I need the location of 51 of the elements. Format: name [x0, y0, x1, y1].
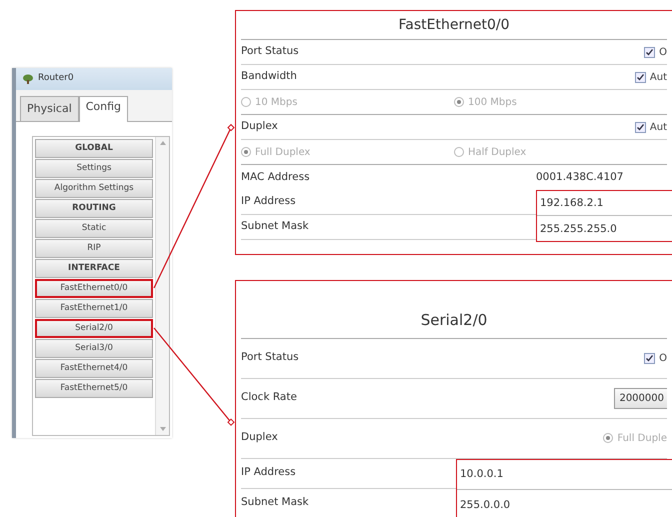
option-label: Full Duple [617, 432, 667, 446]
menu-item[interactable]: FastEthernet0/0 [35, 278, 153, 298]
option-label: 100 Mbps [468, 96, 517, 110]
menu-item[interactable]: FastEthernet4/0 [35, 358, 153, 378]
menu-item[interactable]: FastEthernet5/0 [35, 378, 153, 398]
option-label: Aut [650, 70, 667, 84]
menu-item[interactable]: Algorithm Settings [35, 178, 153, 198]
field-label: Bandwidth [241, 69, 297, 84]
panel-title: FastEthernet0/0 [241, 11, 667, 40]
section-header[interactable]: ROUTING [35, 198, 153, 218]
field-value: 0001.438C.4107 [536, 170, 624, 185]
section-header[interactable]: INTERFACE [35, 258, 153, 278]
option-label: Full Duplex [255, 146, 310, 160]
option-label: O [659, 352, 667, 366]
field-label: MAC Address [241, 170, 311, 185]
menu-item[interactable]: Static [35, 218, 153, 238]
address-field[interactable]: 255.255.255.0 [537, 216, 672, 241]
option-label: 10 Mbps [255, 96, 298, 110]
section-header[interactable]: GLOBAL [35, 138, 153, 158]
checkbox[interactable] [644, 46, 656, 58]
field-label: Port Status [241, 350, 299, 366]
checkbox[interactable] [644, 352, 656, 364]
clock-rate-dropdown[interactable]: 2000000 [614, 388, 667, 408]
option-label: Half Duplex [468, 146, 526, 160]
address-field[interactable]: 192.168.2.1 [537, 191, 672, 216]
window-title: Router0 [38, 72, 74, 86]
panel-title: Serial2/0 [241, 281, 667, 338]
address-field[interactable]: 255.0.0.0 [457, 490, 672, 517]
scrollbar[interactable] [155, 136, 169, 434]
checkbox[interactable] [634, 72, 646, 82]
field-label: Duplex [241, 430, 278, 446]
option-label: O [659, 46, 667, 60]
menu-item[interactable]: Settings [35, 158, 153, 178]
field-label: IP Address [241, 458, 456, 488]
checkbox[interactable] [634, 122, 646, 132]
menu-item[interactable]: Serial3/0 [35, 338, 153, 358]
tab[interactable]: Config [78, 96, 128, 122]
field-label: Subnet Mask [241, 215, 536, 240]
option-label: Aut [650, 120, 667, 134]
field-label: Clock Rate [241, 390, 297, 406]
menu-item[interactable]: Serial2/0 [35, 318, 153, 338]
menu-item[interactable]: FastEthernet1/0 [35, 298, 153, 318]
address-field[interactable]: 10.0.0.1 [457, 460, 672, 490]
tab[interactable]: Physical [20, 96, 79, 120]
menu-item[interactable]: RIP [35, 238, 153, 258]
address-field-group[interactable]: 192.168.2.1 255.255.255.0 [536, 190, 672, 242]
field-label: IP Address [241, 190, 536, 215]
field-label: Duplex [241, 119, 278, 134]
field-label: Subnet Mask [241, 488, 456, 517]
address-field-group[interactable]: 10.0.0.1 255.0.0.0 [456, 458, 672, 517]
field-label: Port Status [241, 44, 299, 60]
